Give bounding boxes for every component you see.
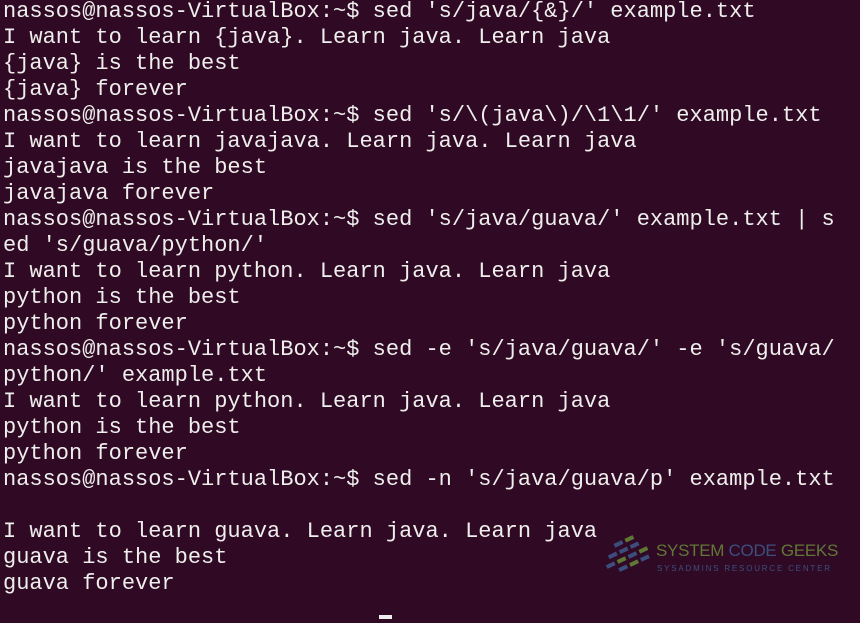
terminal-output-line: python is the best (3, 285, 241, 310)
logo-mark-icon (605, 535, 650, 572)
watermark-logo: SYSTEM CODE GEEKS SYSADMINS RESOURCE CEN… (600, 533, 850, 583)
terminal-command-line: nassos@nassos-VirtualBox:~$ sed -e 's/ja… (3, 337, 835, 362)
terminal-output-line: I want to learn python. Learn java. Lear… (3, 389, 611, 414)
terminal-output-line: python forever (3, 441, 188, 466)
terminal-cursor-line (3, 597, 835, 623)
terminal-output-line: I want to learn javajava. Learn java. Le… (3, 129, 637, 154)
terminal-output[interactable]: nassos@nassos-VirtualBox:~$ sed 's/java/… (3, 0, 835, 623)
terminal-output-line: I want to learn python. Learn java. Lear… (3, 259, 611, 284)
terminal-output-line: python is the best (3, 415, 241, 440)
terminal-command-line: nassos@nassos-VirtualBox:~$ sed 's/java/… (3, 0, 756, 24)
terminal-output-line: ed 's/guava/python/' (3, 233, 268, 258)
terminal-command-line: nassos@nassos-VirtualBox:~$ sed -n 's/ja… (3, 467, 835, 492)
terminal-output-line: {java} forever (3, 77, 188, 102)
terminal-output-line: javajava is the best (3, 155, 268, 180)
terminal-output-line: javajava forever (3, 181, 215, 206)
watermark-title: SYSTEM CODE GEEKS (656, 541, 838, 561)
terminal-output-line: {java} is the best (3, 51, 241, 76)
terminal-command-line: nassos@nassos-VirtualBox:~$ sed 's/java/… (3, 207, 835, 232)
terminal-output-line: python forever (3, 311, 188, 336)
watermark-title-code: CODE (728, 541, 777, 560)
terminal-output-line: python/' example.txt (3, 363, 268, 388)
watermark-title-system: SYSTEM (656, 541, 725, 560)
text-cursor (379, 615, 392, 619)
terminal-output-line: I want to learn {java}. Learn java. Lear… (3, 25, 611, 50)
watermark-subtitle: SYSADMINS RESOURCE CENTER (657, 564, 832, 573)
terminal-command-line: nassos@nassos-VirtualBox:~$ sed 's/\(jav… (3, 103, 822, 128)
watermark-title-geeks: GEEKS (780, 541, 838, 560)
